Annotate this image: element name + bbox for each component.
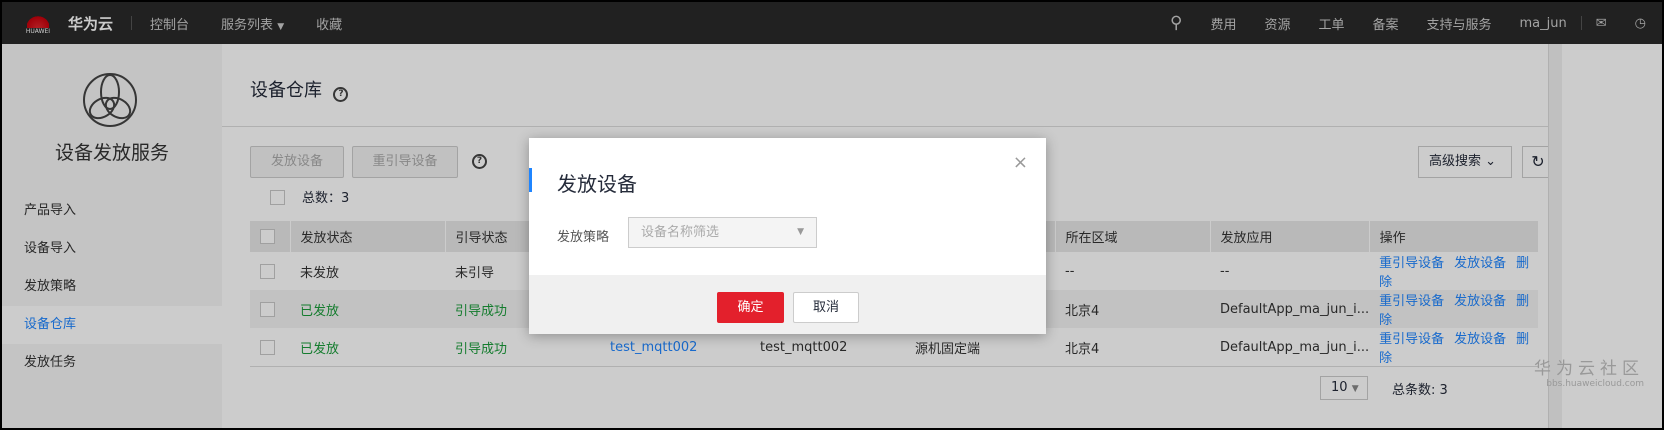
- confirm-button[interactable]: 确定: [717, 292, 784, 323]
- watermark: 华为云社区 bbs.huaweicloud.com: [1534, 359, 1644, 389]
- policy-select-placeholder: 设备名称筛选: [641, 225, 720, 240]
- policy-label: 发放策略: [557, 230, 610, 245]
- dialog-footer: 确定 取消: [529, 275, 1046, 334]
- cancel-button[interactable]: 取消: [793, 292, 859, 323]
- close-icon[interactable]: ×: [1013, 152, 1028, 173]
- title-accent-bar: [529, 168, 532, 192]
- dialog-title: 发放设备: [557, 172, 637, 196]
- issue-device-dialog: 发放设备 × 发放策略 设备名称筛选 ▼ 确定 取消: [529, 138, 1046, 334]
- policy-select[interactable]: 设备名称筛选 ▼: [628, 217, 817, 248]
- caret-down-icon: ▼: [797, 227, 804, 237]
